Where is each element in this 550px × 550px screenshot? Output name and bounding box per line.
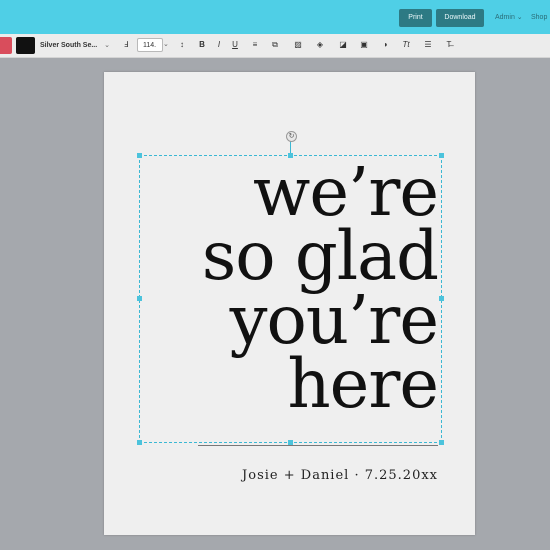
resize-handle-top-left[interactable] bbox=[137, 153, 142, 158]
font-effect-icon[interactable]: Ⅎ bbox=[119, 38, 133, 52]
italic-icon[interactable]: I bbox=[212, 38, 226, 52]
resize-handle-left[interactable] bbox=[137, 296, 142, 301]
layers-icon[interactable]: ◈ bbox=[313, 38, 327, 52]
divider-line bbox=[198, 445, 438, 446]
resize-handle-right[interactable] bbox=[439, 296, 444, 301]
text-transform-icon[interactable]: Tt bbox=[399, 38, 413, 52]
resize-handle-bottom-left[interactable] bbox=[137, 440, 142, 445]
top-bar: Print Download Admin ⌄ Shop bbox=[0, 0, 550, 34]
admin-label: Admin bbox=[495, 14, 515, 21]
duplicate-icon[interactable]: ⧉ bbox=[268, 38, 282, 52]
download-button[interactable]: Download bbox=[436, 9, 484, 27]
bold-icon[interactable]: B bbox=[195, 38, 209, 52]
print-button[interactable]: Print bbox=[399, 9, 432, 27]
clear-format-icon[interactable]: T̶ bbox=[442, 38, 456, 52]
text-color-swatch[interactable] bbox=[16, 37, 35, 54]
rotate-icon[interactable]: ↻ bbox=[286, 131, 297, 142]
delete-swatch[interactable] bbox=[0, 37, 12, 54]
headline-text[interactable]: we’re so glad you’re here bbox=[148, 153, 439, 423]
headline-line: so glad bbox=[201, 217, 439, 295]
color-icon[interactable]: ◑ bbox=[378, 38, 392, 52]
font-family-value: Silver South Se... bbox=[40, 42, 98, 49]
lock-icon[interactable]: ▣ bbox=[357, 38, 371, 52]
headline-line: you’re bbox=[229, 281, 439, 359]
signature-text[interactable]: Josie + Daniel · 7.25.20xx bbox=[242, 468, 438, 483]
text-toolbar: Silver South Se... ⌄ Ⅎ 114. ⌄ ↕ B I U ≡ … bbox=[0, 34, 550, 58]
align-icon[interactable]: ≡ bbox=[248, 38, 262, 52]
shop-link[interactable]: Shop bbox=[531, 9, 547, 27]
font-size-input[interactable]: 114. bbox=[137, 38, 163, 52]
line-height-icon[interactable]: ↕ bbox=[175, 38, 189, 52]
chevron-down-icon: ⌄ bbox=[516, 14, 523, 21]
chevron-down-icon: ⌄ bbox=[104, 42, 110, 49]
resize-handle-top-right[interactable] bbox=[439, 153, 444, 158]
flip-icon[interactable]: ◪ bbox=[336, 38, 350, 52]
replace-image-icon[interactable]: ▨ bbox=[291, 38, 305, 52]
headline-line: here bbox=[287, 345, 439, 423]
chevron-down-icon[interactable]: ⌄ bbox=[163, 38, 169, 52]
resize-handle-bottom-right[interactable] bbox=[439, 440, 444, 445]
admin-menu[interactable]: Admin ⌄ bbox=[495, 9, 523, 27]
headline-line: we’re bbox=[253, 153, 439, 231]
underline-icon[interactable]: U bbox=[228, 38, 242, 52]
font-family-select[interactable]: Silver South Se... ⌄ bbox=[40, 37, 112, 54]
spacing-icon[interactable]: ☰ bbox=[421, 38, 435, 52]
